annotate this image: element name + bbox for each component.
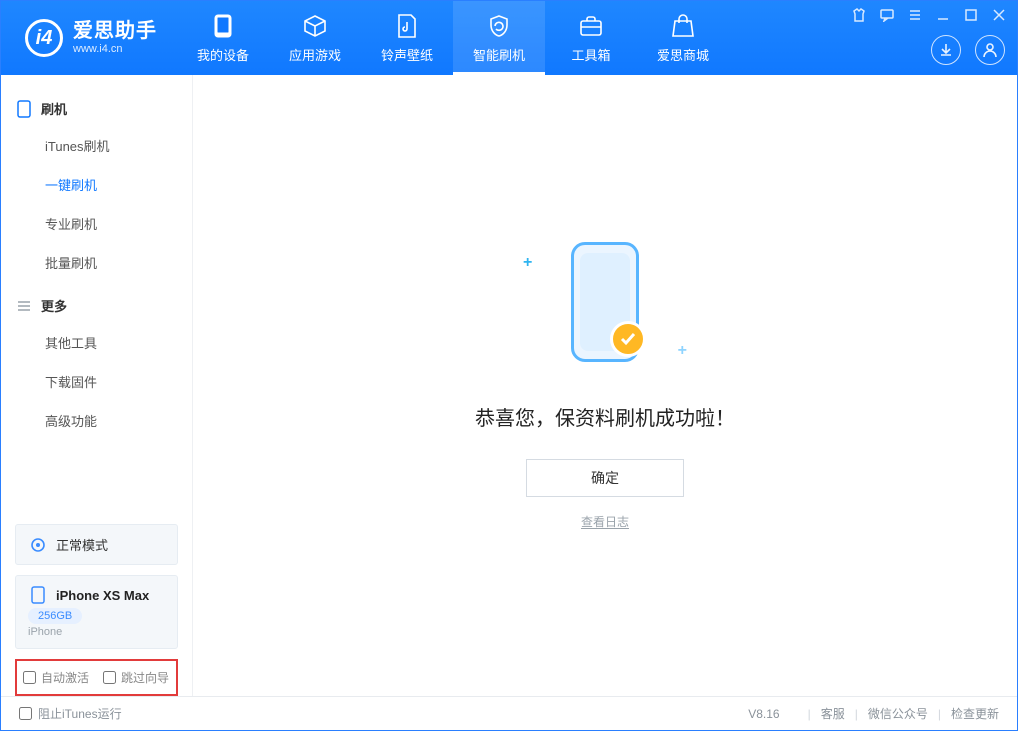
nav-my-device[interactable]: 我的设备: [177, 1, 269, 75]
mode-icon: [28, 537, 48, 553]
sidebar: 刷机 iTunes刷机 一键刷机 专业刷机 批量刷机 更多 其他工具 下载固件 …: [1, 75, 193, 696]
sidebar-item-other-tools[interactable]: 其他工具: [1, 323, 192, 362]
sidebar-item-itunes-flash[interactable]: iTunes刷机: [1, 126, 192, 165]
main-content: + + 恭喜您，保资料刷机成功啦！ 确定 查看日志: [193, 75, 1017, 696]
customer-service-link[interactable]: 客服: [821, 705, 845, 722]
brand-name: 爱思助手: [73, 19, 157, 43]
download-icon[interactable]: [931, 35, 961, 65]
skin-icon[interactable]: [851, 7, 867, 23]
nav-toolbox[interactable]: 工具箱: [545, 1, 637, 75]
logo: i4 爱思助手 www.i4.cn: [1, 1, 177, 75]
music-file-icon: [397, 13, 417, 39]
nav-label: 我的设备: [197, 45, 249, 64]
user-icon[interactable]: [975, 35, 1005, 65]
feedback-icon[interactable]: [879, 7, 895, 23]
mode-label: 正常模式: [56, 535, 108, 554]
wechat-link[interactable]: 微信公众号: [868, 705, 928, 722]
nav-label: 工具箱: [571, 45, 610, 64]
statusbar: 阻止iTunes运行 V8.16 | 客服 | 微信公众号 | 检查更新: [1, 696, 1017, 730]
block-itunes-checkbox[interactable]: 阻止iTunes运行: [19, 705, 122, 722]
list-icon: [17, 299, 31, 313]
shield-refresh-icon: [487, 13, 511, 39]
device-name: iPhone XS Max: [56, 588, 149, 603]
brand-site: www.i4.cn: [73, 43, 157, 56]
toolbox-icon: [579, 13, 603, 39]
check-update-link[interactable]: 检查更新: [951, 705, 999, 722]
check-badge-icon: [610, 321, 646, 357]
device-storage: 256GB: [28, 608, 82, 624]
sidebar-item-download-firmware[interactable]: 下载固件: [1, 362, 192, 401]
cube-icon: [303, 13, 327, 39]
nav-store[interactable]: 爱思商城: [637, 1, 729, 75]
bag-icon: [672, 13, 694, 39]
sidebar-section-flash[interactable]: 刷机: [1, 91, 192, 126]
sidebar-item-one-click-flash[interactable]: 一键刷机: [1, 165, 192, 204]
device-icon: [28, 586, 48, 604]
ok-button[interactable]: 确定: [526, 459, 684, 497]
nav-label: 爱思商城: [657, 45, 709, 64]
version-label: V8.16: [748, 707, 779, 721]
view-log-link[interactable]: 查看日志: [581, 513, 629, 530]
main-nav: 我的设备 应用游戏 铃声壁纸 智能刷机 工具箱 爱思商城: [177, 1, 729, 75]
close-icon[interactable]: [991, 7, 1007, 23]
sidebar-item-batch-flash[interactable]: 批量刷机: [1, 243, 192, 282]
phone-icon: [214, 13, 232, 39]
sidebar-item-pro-flash[interactable]: 专业刷机: [1, 204, 192, 243]
flash-options-box: 自动激活 跳过向导: [15, 659, 178, 696]
nav-label: 铃声壁纸: [381, 45, 433, 64]
header-actions: [931, 35, 1005, 65]
minimize-icon[interactable]: [935, 7, 951, 23]
sparkle-icon: +: [523, 254, 532, 272]
body: 刷机 iTunes刷机 一键刷机 专业刷机 批量刷机 更多 其他工具 下载固件 …: [1, 75, 1017, 696]
nav-apps[interactable]: 应用游戏: [269, 1, 361, 75]
sidebar-item-advanced[interactable]: 高级功能: [1, 401, 192, 440]
menu-icon[interactable]: [907, 7, 923, 23]
section-title: 更多: [41, 296, 67, 315]
device-mode-card[interactable]: 正常模式: [15, 524, 178, 565]
sparkle-icon: +: [678, 342, 687, 360]
auto-activate-checkbox[interactable]: 自动激活: [23, 669, 89, 686]
nav-ringtones[interactable]: 铃声壁纸: [361, 1, 453, 75]
maximize-icon[interactable]: [963, 7, 979, 23]
titlebar-controls: [851, 7, 1007, 23]
app-window: i4 爱思助手 www.i4.cn 我的设备 应用游戏 铃声壁纸 智能刷机: [0, 0, 1018, 731]
success-illustration: + +: [545, 242, 665, 372]
device-type: iPhone: [28, 626, 62, 638]
nav-smart-flash[interactable]: 智能刷机: [453, 1, 545, 75]
nav-label: 智能刷机: [473, 45, 525, 64]
section-title: 刷机: [41, 99, 67, 118]
skip-guide-checkbox[interactable]: 跳过向导: [103, 669, 169, 686]
logo-icon: i4: [25, 19, 63, 57]
phone-small-icon: [17, 100, 31, 118]
success-title: 恭喜您，保资料刷机成功啦！: [475, 402, 735, 431]
header: i4 爱思助手 www.i4.cn 我的设备 应用游戏 铃声壁纸 智能刷机: [1, 1, 1017, 75]
nav-label: 应用游戏: [289, 45, 341, 64]
device-card[interactable]: iPhone XS Max 256GB iPhone: [15, 575, 178, 649]
sidebar-section-more[interactable]: 更多: [1, 288, 192, 323]
